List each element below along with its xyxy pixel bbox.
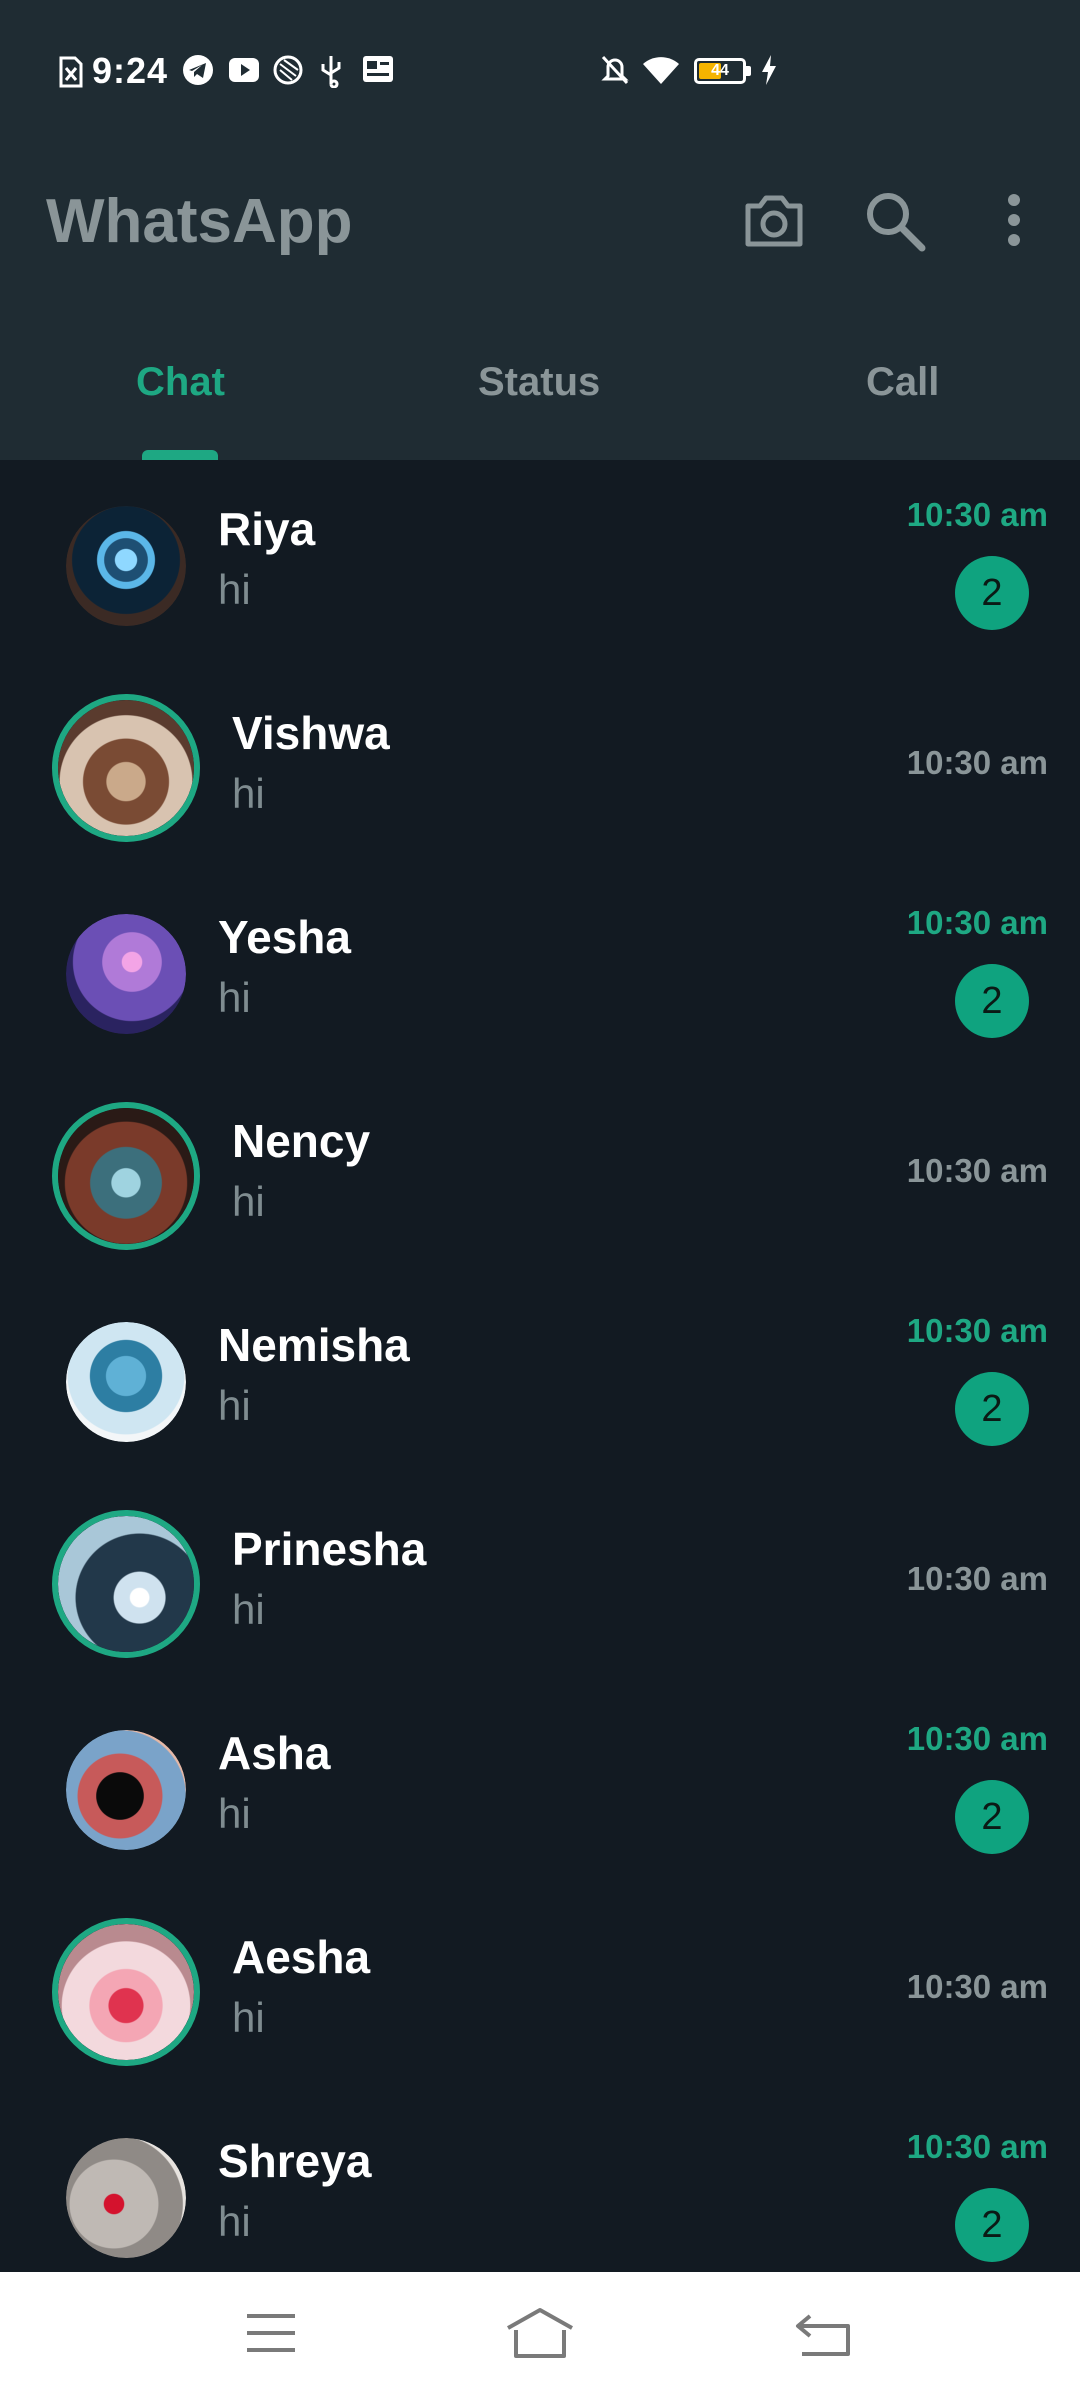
avatar[interactable] <box>66 506 186 626</box>
avatar[interactable] <box>52 1510 200 1658</box>
message-time: 10:30 am <box>906 904 1048 941</box>
contact-name: Vishwa <box>232 707 390 759</box>
chat-row[interactable]: Vishwa hi 10:30 am <box>0 664 1080 868</box>
contact-name: Aesha <box>232 1931 371 1983</box>
chat-row[interactable]: Nemisha hi 10:30 am 2 <box>0 1276 1080 1480</box>
menu-icon[interactable] <box>244 2310 298 2356</box>
usb-icon <box>321 56 341 88</box>
message-time: 10:30 am <box>906 496 1048 533</box>
tab-chat[interactable]: Chat <box>136 360 225 405</box>
contact-name: Yesha <box>218 911 351 963</box>
chat-row[interactable]: Nency hi 10:30 am <box>0 1072 1080 1276</box>
youtube-icon <box>229 58 259 82</box>
avatar[interactable] <box>66 1730 186 1850</box>
avatar[interactable] <box>66 2138 186 2258</box>
app-title: WhatsApp <box>46 187 353 256</box>
chat-row[interactable]: Prinesha hi 10:30 am <box>0 1480 1080 1684</box>
last-message: hi <box>218 1790 251 1837</box>
app-bar: WhatsApp Chat Status Call <box>0 120 1080 460</box>
search-icon[interactable] <box>864 190 926 252</box>
avatar[interactable] <box>66 1322 186 1442</box>
active-tab-indicator <box>142 450 218 460</box>
chat-row[interactable]: Asha hi 10:30 am 2 <box>0 1684 1080 1888</box>
battery-icon: 44 <box>694 58 751 84</box>
news-icon <box>363 56 393 82</box>
status-bar: 9:24 44 <box>0 0 1080 120</box>
last-message: hi <box>232 1994 265 2041</box>
last-message: hi <box>218 1382 251 1429</box>
last-message: hi <box>232 770 265 817</box>
sim-off-icon <box>59 56 83 88</box>
message-time: 10:30 am <box>906 1968 1048 2005</box>
system-nav-bar <box>0 2272 1080 2400</box>
unread-badge: 2 <box>955 1372 1029 1446</box>
last-message: hi <box>232 1178 265 1225</box>
avatar[interactable] <box>66 914 186 1034</box>
unread-badge: 2 <box>955 1780 1029 1854</box>
message-time: 10:30 am <box>906 1152 1048 1189</box>
chat-row[interactable]: Riya hi 10:30 am 2 <box>0 460 1080 664</box>
message-time: 10:30 am <box>906 744 1048 781</box>
status-time: 9:24 <box>92 50 169 91</box>
flag-icon <box>273 55 303 85</box>
last-message: hi <box>232 1586 265 1633</box>
telegram-icon <box>183 55 213 85</box>
unread-badge: 2 <box>955 2188 1029 2262</box>
message-time: 10:30 am <box>906 1312 1048 1349</box>
contact-name: Shreya <box>218 2135 372 2187</box>
back-icon[interactable] <box>794 2310 854 2358</box>
chat-row[interactable]: Aesha hi 10:30 am <box>0 1888 1080 2092</box>
home-icon[interactable] <box>504 2306 576 2360</box>
contact-name: Nency <box>232 1115 371 1167</box>
camera-icon[interactable] <box>742 190 806 250</box>
last-message: hi <box>218 2198 251 2245</box>
avatar[interactable] <box>52 1918 200 2066</box>
chat-list[interactable]: Riya hi 10:30 am 2 Vishwa hi 10:30 am Ye… <box>0 460 1080 2272</box>
avatar[interactable] <box>52 1102 200 1250</box>
contact-name: Nemisha <box>218 1319 410 1371</box>
battery-level: 44 <box>711 62 729 79</box>
unread-badge: 2 <box>955 556 1029 630</box>
message-time: 10:30 am <box>906 1560 1048 1597</box>
message-time: 10:30 am <box>906 2128 1048 2165</box>
chat-row[interactable]: Shreya hi 10:30 am 2 <box>0 2092 1080 2272</box>
contact-name: Riya <box>218 503 316 555</box>
bell-off-icon <box>601 55 629 85</box>
contact-name: Asha <box>218 1727 331 1779</box>
avatar[interactable] <box>52 694 200 842</box>
last-message: hi <box>218 974 251 1021</box>
message-time: 10:30 am <box>906 1720 1048 1757</box>
unread-badge: 2 <box>955 964 1029 1038</box>
tab-status[interactable]: Status <box>478 360 600 405</box>
charging-icon <box>762 55 776 85</box>
more-vert-icon[interactable] <box>1002 192 1026 248</box>
last-message: hi <box>218 566 251 613</box>
tab-call[interactable]: Call <box>866 360 939 405</box>
wifi-icon <box>643 57 679 84</box>
contact-name: Prinesha <box>232 1523 427 1575</box>
chat-row[interactable]: Yesha hi 10:30 am 2 <box>0 868 1080 1072</box>
